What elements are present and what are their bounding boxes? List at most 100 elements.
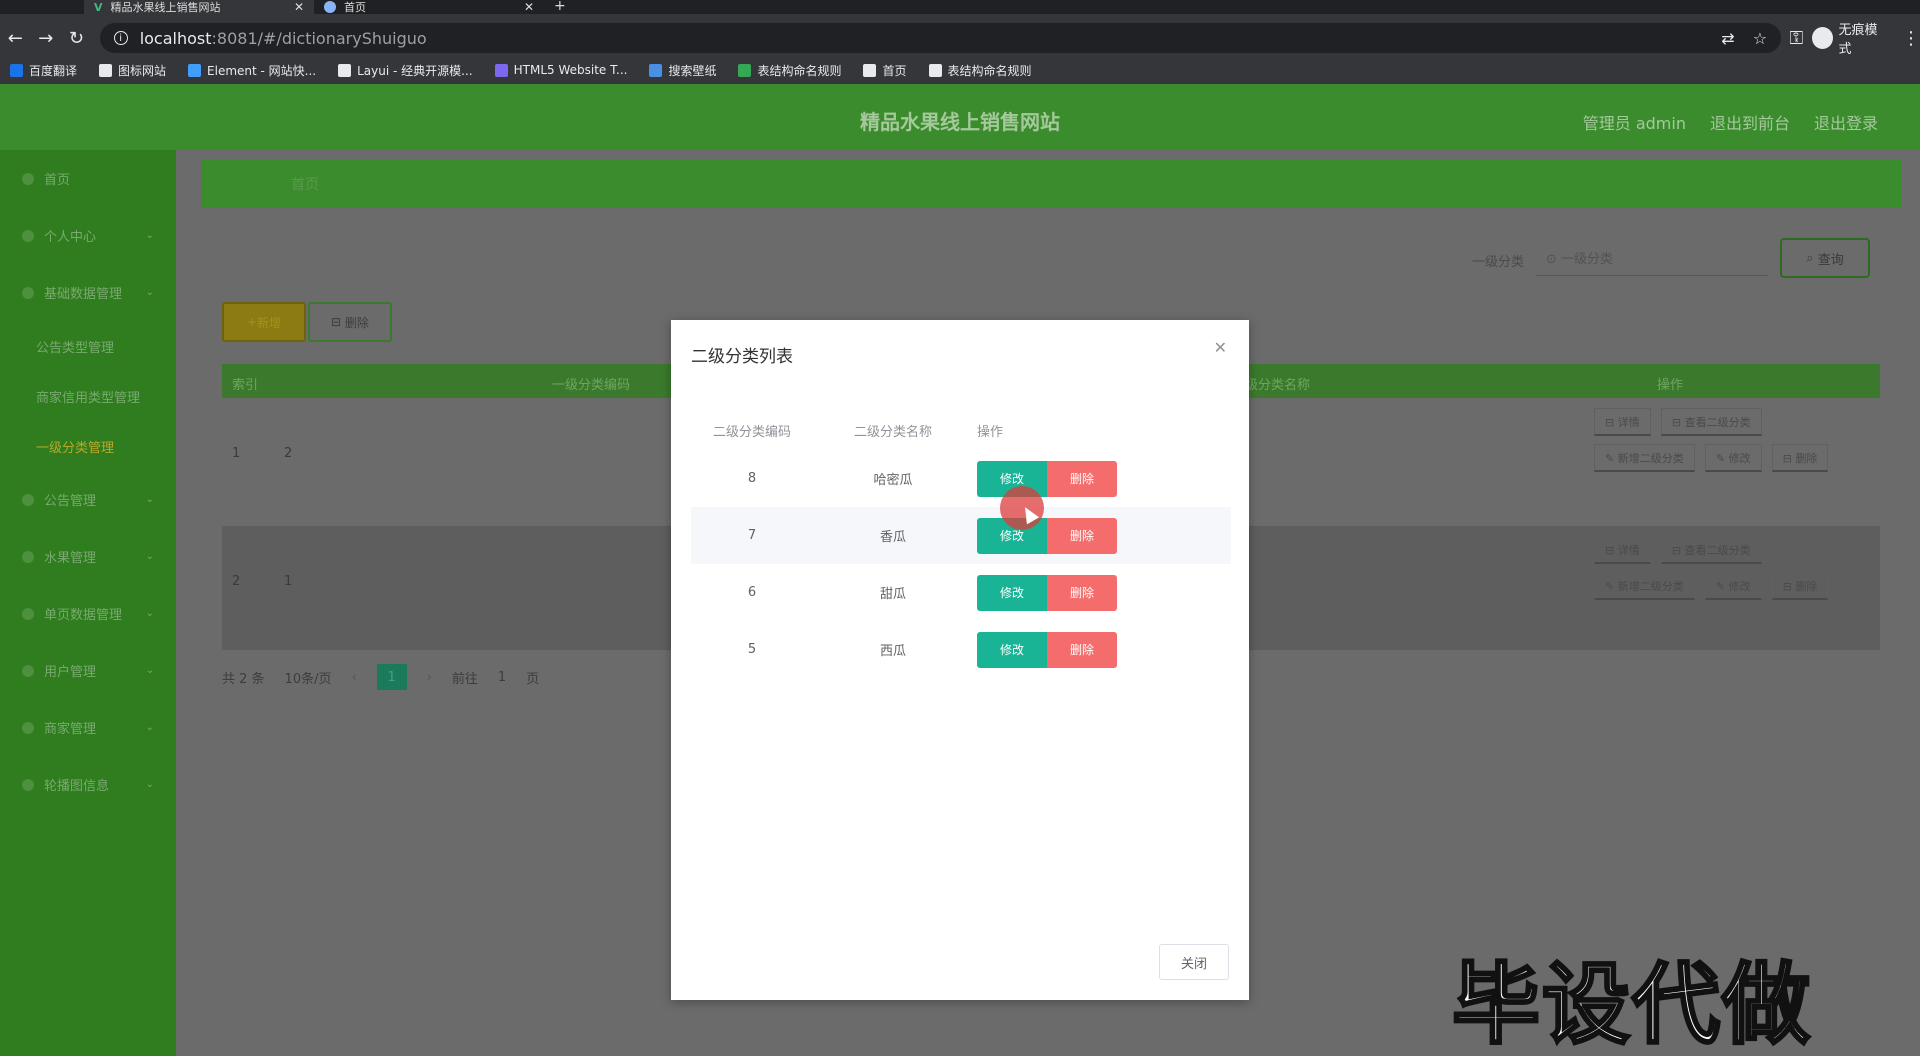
- bookmark-item[interactable]: Element - 网站快...: [188, 62, 316, 79]
- watermark: 毕设代做: [1450, 952, 1813, 1056]
- key-icon[interactable]: ⚿: [1781, 28, 1812, 49]
- sidebar-item-label: 首页: [44, 173, 71, 188]
- forward-icon[interactable]: →: [31, 28, 62, 49]
- bookmark-item[interactable]: 搜索壁纸: [649, 62, 716, 79]
- view-sub-button[interactable]: ⊟ 查看二级分类: [1660, 408, 1762, 436]
- incognito-badge[interactable]: 无痕模式: [1811, 19, 1888, 57]
- trash-icon: ⊟: [331, 315, 345, 329]
- reload-icon[interactable]: ↻: [61, 28, 92, 49]
- star-icon[interactable]: ☆: [1753, 29, 1767, 48]
- menu-item-icon: [22, 721, 34, 734]
- add-button[interactable]: + 新增: [222, 302, 306, 342]
- menu-icon[interactable]: ⋮: [1902, 28, 1920, 49]
- app: 精品水果线上销售网站 管理员 admin 退出到前台 退出登录 首页 个人中心 ⌄ 基…: [0, 84, 1920, 1056]
- dialog-close-button[interactable]: 关闭: [1159, 944, 1229, 980]
- incognito-label: 无痕模式: [1838, 23, 1878, 57]
- sidebar-item[interactable]: 水果管理 ⌄: [0, 528, 176, 585]
- row-ops: ⊟ 详情 ⊟ 查看二级分类 ✎ 新增二级分类 ✎ 修改 ⊟ 删除: [1594, 532, 1844, 604]
- search-button[interactable]: ⌕ 查询: [1780, 238, 1870, 278]
- sidebar-item[interactable]: 个人中心 ⌄: [0, 207, 176, 264]
- edit-label: 修改: [1728, 580, 1751, 593]
- sub-delete-button[interactable]: 删除: [1047, 517, 1117, 554]
- sidebar-item[interactable]: 商家管理 ⌄: [0, 699, 176, 756]
- add-sub-button[interactable]: ✎ 新增二级分类: [1594, 572, 1695, 600]
- add-label: 新增: [257, 315, 282, 330]
- prev-icon[interactable]: ‹: [351, 670, 356, 685]
- filter-input[interactable]: ⊙ 一级分类: [1536, 238, 1768, 276]
- sub-code: 7: [747, 528, 757, 543]
- pager-goto-input[interactable]: 1: [498, 670, 506, 685]
- add-sub-button[interactable]: ✎ 新增二级分类: [1594, 444, 1695, 472]
- pager-size[interactable]: 10条/页: [285, 668, 332, 687]
- bookmark-item[interactable]: 百度翻译: [10, 62, 77, 79]
- bookmark-item[interactable]: 表结构命名规则: [928, 62, 1032, 79]
- view-sub-label: 查看二级分类: [1684, 416, 1751, 429]
- sidebar-subitem[interactable]: 商家信用类型管理: [0, 371, 176, 421]
- next-icon[interactable]: ›: [427, 670, 432, 685]
- sidebar-item[interactable]: 首页: [0, 150, 176, 207]
- sidebar-item[interactable]: 基础数据管理 ⌄: [0, 264, 176, 321]
- browser-tab[interactable]: 首页 ✕: [314, 0, 544, 14]
- sidebar: 首页 个人中心 ⌄ 基础数据管理 ⌄ 公告类型管理 商家信用类型管理 一级分类管理 公告管理 ⌄ 水…: [0, 150, 176, 1056]
- url-path: :8081/#/dictionaryShuiguo: [211, 28, 427, 48]
- menu-item-icon: [22, 550, 34, 563]
- col-ops: 操作: [1657, 378, 1684, 393]
- breadcrumb-item[interactable]: 首页: [291, 174, 319, 194]
- pagination: 共 2 条 10条/页 ‹ 1 › 前往 1 页: [222, 664, 539, 690]
- sub-delete-button[interactable]: 删除: [1047, 574, 1117, 611]
- pager-total: 共 2 条: [222, 671, 265, 687]
- bookmark-item[interactable]: 表结构命名规则: [738, 62, 841, 79]
- sidebar-item[interactable]: 公告管理 ⌄: [0, 471, 176, 528]
- sidebar-subitem[interactable]: 一级分类管理: [0, 421, 176, 471]
- bookmark-label: 搜索壁纸: [668, 63, 717, 78]
- close-icon[interactable]: ✕: [524, 0, 534, 14]
- row-ops: ⊟ 详情 ⊟ 查看二级分类 ✎ 新增二级分类 ✎ 修改 ⊟ 删除: [1594, 404, 1844, 476]
- close-icon[interactable]: ✕: [294, 0, 304, 14]
- sidebar-item[interactable]: 轮播图信息 ⌄: [0, 756, 176, 813]
- sub-delete-button[interactable]: 删除: [1047, 460, 1117, 497]
- new-tab-icon[interactable]: +: [554, 0, 566, 14]
- sidebar-subitem[interactable]: 公告类型管理: [0, 321, 176, 371]
- delete-button[interactable]: ⊟ 删除: [308, 302, 392, 342]
- bookmark-item[interactable]: HTML5 Website T...: [494, 63, 627, 77]
- detail-button[interactable]: ⊟ 详情: [1594, 536, 1651, 564]
- view-sub-button[interactable]: ⊟ 查看二级分类: [1660, 536, 1762, 564]
- bookmarks-bar: 百度翻译 图标网站 Element - 网站快... Layui - 经典开源模...…: [0, 56, 1920, 84]
- bookmark-item[interactable]: 图标网站: [99, 62, 166, 79]
- translate-icon[interactable]: ⇄: [1721, 29, 1734, 48]
- url-field[interactable]: i localhost:8081/#/dictionaryShuiguo ⇄ ☆: [99, 23, 1782, 53]
- sub-code: 6: [747, 585, 757, 600]
- row-delete-button[interactable]: ⊟ 删除: [1771, 572, 1829, 600]
- page-number[interactable]: 1: [376, 664, 407, 690]
- bookmark-label: 表结构命名规则: [947, 63, 1032, 78]
- sidebar-item[interactable]: 单页数据管理 ⌄: [0, 585, 176, 642]
- bookmark-icon: [649, 63, 663, 77]
- sidebar-item[interactable]: 用户管理 ⌄: [0, 642, 176, 699]
- sub-edit-button[interactable]: 修改: [977, 574, 1047, 611]
- filter-label: 一级分类: [1472, 255, 1525, 270]
- menu-item-icon: [22, 172, 34, 185]
- bookmark-item[interactable]: Layui - 经典开源模...: [338, 62, 473, 79]
- sidebar-item-label: 水果管理: [44, 551, 97, 566]
- sub-edit-button[interactable]: 修改: [977, 631, 1047, 668]
- to-frontend-link[interactable]: 退出到前台: [1710, 110, 1790, 134]
- dialog-row: 5 西瓜 修改 删除: [691, 621, 1231, 678]
- bookmark-icon: [188, 63, 202, 77]
- cell-index: 2: [232, 574, 241, 589]
- chevron-down-icon: ⌄: [145, 608, 154, 619]
- close-icon[interactable]: ✕: [1214, 338, 1227, 357]
- edit-button[interactable]: ✎ 修改: [1704, 572, 1762, 600]
- bookmark-item[interactable]: 首页: [863, 62, 907, 79]
- edit-button[interactable]: ✎ 修改: [1704, 444, 1762, 472]
- chevron-down-icon: ⌄: [145, 551, 154, 562]
- browser-tab-active[interactable]: V 精品水果线上销售网站 ✕: [84, 0, 314, 14]
- row-delete-button[interactable]: ⊟ 删除: [1771, 444, 1829, 472]
- detail-button[interactable]: ⊟ 详情: [1594, 408, 1651, 436]
- info-icon[interactable]: i: [113, 31, 128, 45]
- chevron-down-icon: ⌄: [145, 494, 154, 505]
- sidebar-item-label: 公告管理: [44, 494, 97, 509]
- view-sub-label: 查看二级分类: [1684, 544, 1751, 557]
- back-icon[interactable]: ←: [0, 28, 31, 49]
- logout-link[interactable]: 退出登录: [1814, 110, 1878, 134]
- sub-delete-button[interactable]: 删除: [1047, 631, 1117, 668]
